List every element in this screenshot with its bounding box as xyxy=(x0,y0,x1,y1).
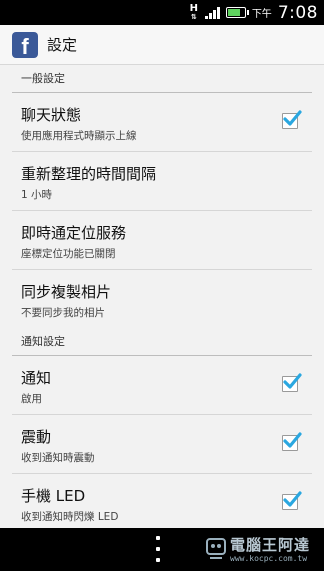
overflow-menu-icon[interactable] xyxy=(154,536,162,562)
page-title: 設定 xyxy=(47,36,78,54)
signal-strength-icon xyxy=(204,6,220,19)
mascot-icon xyxy=(206,538,226,559)
setting-subtitle: 座標定位功能已關閉 xyxy=(21,248,116,260)
settings-list[interactable]: 一般設定 聊天狀態 使用應用程式時顯示上線 重新整理的時間間隔 1 小時 即時通… xyxy=(0,66,324,528)
network-type-indicator: H ⇅ xyxy=(189,2,198,21)
notifications-checkbox[interactable] xyxy=(282,373,302,392)
setting-chat-status[interactable]: 聊天狀態 使用應用程式時顯示上線 xyxy=(12,93,312,152)
led-checkbox[interactable] xyxy=(282,491,302,510)
vibrate-checkbox[interactable] xyxy=(282,432,302,451)
setting-subtitle: 使用應用程式時顯示上線 xyxy=(21,130,137,142)
battery-icon xyxy=(225,7,249,18)
action-bar: f 設定 xyxy=(0,25,324,65)
setting-title: 同步複製相片 xyxy=(21,283,112,301)
setting-notifications[interactable]: 通知 啟用 xyxy=(12,356,312,415)
navigation-bar: 電腦王阿達 www.kocpc.com.tw xyxy=(0,528,324,571)
status-am-pm: 下午 xyxy=(251,9,272,20)
setting-subtitle: 收到通知時震動 xyxy=(21,452,95,464)
setting-title: 即時通定位服務 xyxy=(21,224,127,242)
setting-location-service[interactable]: 即時通定位服務 座標定位功能已關閉 xyxy=(12,211,312,270)
setting-title: 通知 xyxy=(21,369,52,387)
setting-title: 手機 LED xyxy=(21,487,86,505)
setting-subtitle: 不要同步我的相片 xyxy=(21,307,105,319)
watermark-logo: 電腦王阿達 www.kocpc.com.tw xyxy=(200,532,320,568)
section-header-notifications: 通知設定 xyxy=(12,329,312,356)
setting-refresh-interval[interactable]: 重新整理的時間間隔 1 小時 xyxy=(12,152,312,211)
setting-subtitle: 1 小時 xyxy=(21,189,53,201)
setting-photo-sync[interactable]: 同步複製相片 不要同步我的相片 xyxy=(12,270,312,329)
setting-subtitle: 收到通知時閃爍 LED xyxy=(21,511,119,523)
setting-subtitle: 啟用 xyxy=(21,393,42,405)
section-header-general: 一般設定 xyxy=(12,66,312,93)
watermark-text: 電腦王阿達 xyxy=(230,536,311,554)
setting-title: 重新整理的時間間隔 xyxy=(21,165,157,183)
watermark-url: www.kocpc.com.tw xyxy=(230,554,308,563)
facebook-icon[interactable]: f xyxy=(12,31,38,58)
setting-vibrate[interactable]: 震動 收到通知時震動 xyxy=(12,415,312,474)
setting-title: 震動 xyxy=(21,428,52,446)
chat-status-checkbox[interactable] xyxy=(282,110,302,129)
setting-title: 聊天狀態 xyxy=(21,106,82,124)
status-clock: 7:08 xyxy=(277,2,318,23)
checkmark-icon xyxy=(283,373,302,389)
checkmark-icon xyxy=(283,491,302,507)
setting-led[interactable]: 手機 LED 收到通知時閃爍 LED xyxy=(12,474,312,528)
status-bar: H ⇅ 下午 7:08 xyxy=(0,0,324,25)
checkmark-icon xyxy=(283,110,302,126)
battery-level-fill xyxy=(227,9,240,16)
checkmark-icon xyxy=(283,432,302,448)
